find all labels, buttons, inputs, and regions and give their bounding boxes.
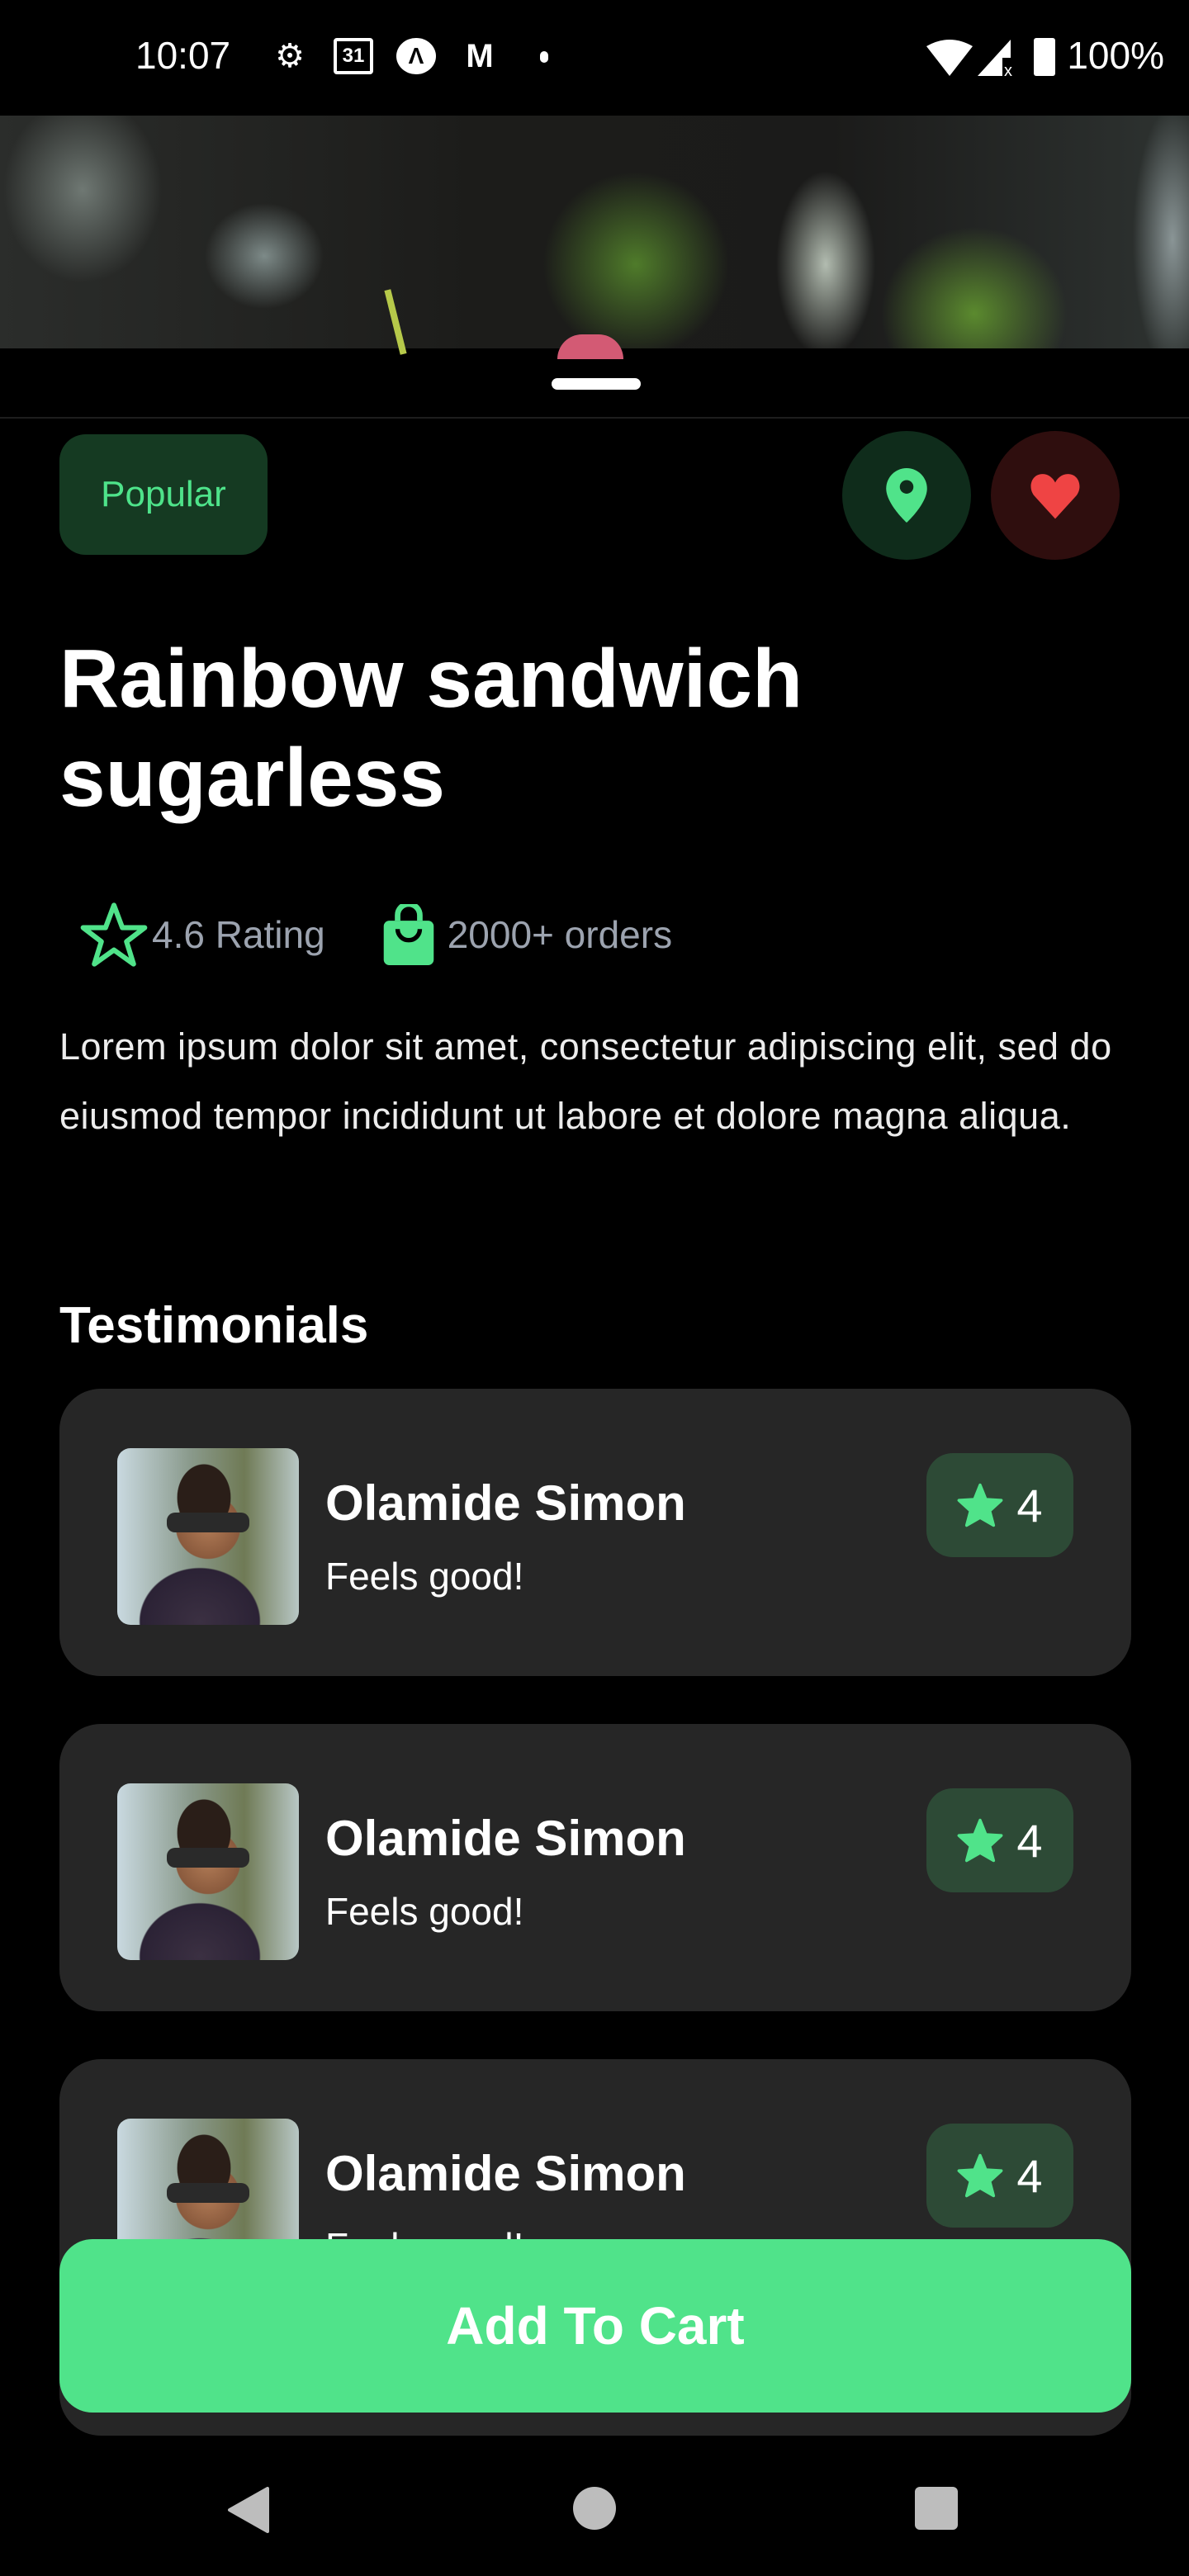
- reviewer-name: Olamide Simon: [325, 1811, 686, 1866]
- location-button[interactable]: [842, 431, 971, 560]
- home-icon[interactable]: [573, 2487, 616, 2530]
- svg-text:x: x: [1004, 62, 1012, 76]
- review-text: Feels good!: [325, 1555, 524, 1598]
- review-rating: 4: [1016, 2149, 1043, 2202]
- avatar: [117, 1448, 299, 1625]
- navigation-bar: [0, 2436, 1189, 2576]
- review-rating-badge: 4: [926, 1788, 1073, 1892]
- battery-icon: [1034, 38, 1055, 76]
- wifi-icon: [926, 40, 973, 76]
- product-title: Rainbow sandwich sugarless: [59, 632, 803, 824]
- app-icon: Λ: [396, 38, 436, 74]
- star-icon: [958, 1818, 1003, 1863]
- add-to-cart-button[interactable]: Add To Cart: [59, 2239, 1131, 2413]
- signal-icon: x: [978, 40, 1012, 76]
- dot-icon: [540, 51, 548, 63]
- status-time: 10:07: [135, 34, 231, 77]
- testimonial-card: Olamide Simon Feels good! 4: [59, 1724, 1131, 2011]
- star-icon: [958, 1483, 1003, 1527]
- star-outline-icon: [80, 902, 148, 967]
- shopping-bag-icon: [383, 904, 433, 965]
- review-rating: 4: [1016, 1479, 1043, 1532]
- testimonial-card: Olamide Simon Feels good! 4: [59, 1389, 1131, 1676]
- rating-text: 4.6 Rating: [152, 913, 325, 956]
- product-description: Lorem ipsum dolor sit amet, consectetur …: [59, 1025, 1112, 1137]
- review-rating: 4: [1016, 1814, 1043, 1867]
- battery-level: 100%: [1067, 34, 1164, 77]
- location-pin-icon: [886, 468, 927, 523]
- star-icon: [958, 2153, 1003, 2198]
- orders-text: 2000+ orders: [447, 913, 673, 956]
- testimonials-heading: Testimonials: [59, 1297, 369, 1354]
- avatar: [117, 1783, 299, 1960]
- reviewer-name: Olamide Simon: [325, 1475, 686, 1531]
- status-bar: 10:07 ⚙ 31 Λ M x 100%: [0, 0, 1189, 116]
- gmail-icon: M: [466, 37, 494, 74]
- review-rating-badge: 4: [926, 1453, 1073, 1557]
- product-image: [0, 116, 1189, 359]
- heart-icon: [1030, 474, 1080, 519]
- calendar-icon: 31: [334, 38, 373, 74]
- gear-icon: ⚙: [275, 38, 305, 74]
- popular-badge: Popular: [59, 434, 268, 555]
- divider: [0, 417, 1189, 419]
- favorite-button[interactable]: [991, 431, 1120, 560]
- reviewer-name: Olamide Simon: [325, 2146, 686, 2201]
- back-icon[interactable]: [226, 2487, 271, 2533]
- review-text: Feels good!: [325, 1890, 524, 1933]
- product-meta: 4.6 Rating 2000+ orders: [79, 902, 673, 967]
- sheet-drag-handle[interactable]: [552, 378, 641, 390]
- review-rating-badge: 4: [926, 2124, 1073, 2228]
- recents-icon[interactable]: [915, 2487, 958, 2530]
